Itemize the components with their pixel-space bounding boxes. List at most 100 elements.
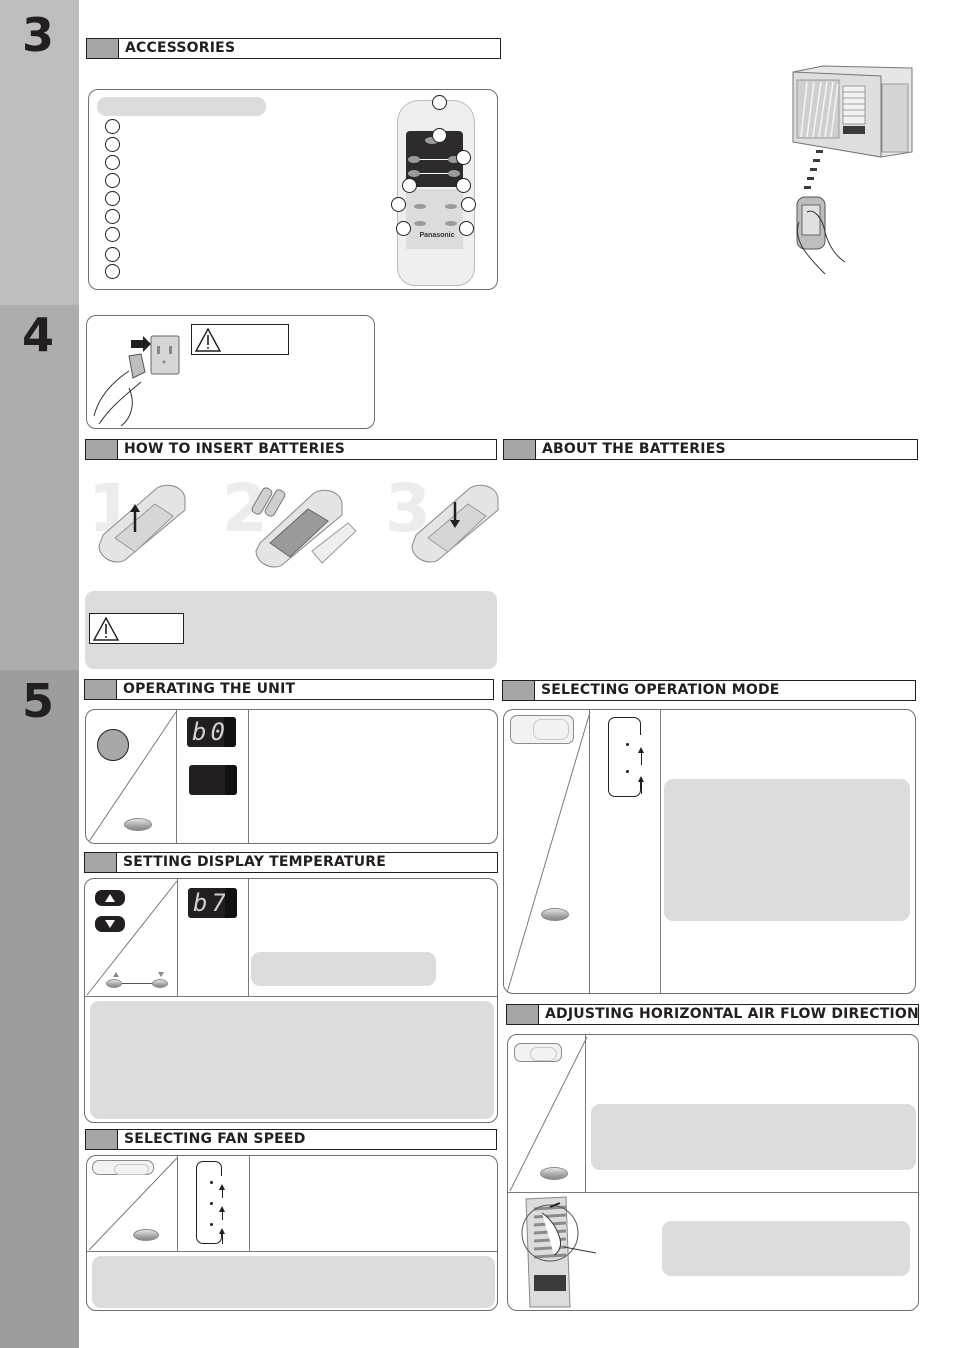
display-readout-off — [189, 765, 237, 795]
header-square — [504, 440, 536, 459]
column-divider — [585, 1035, 587, 1192]
temperature-down-button[interactable] — [95, 916, 125, 932]
horizontal-airflow-header: ADJUSTING HORIZONTAL AIR FLOW DIRECTION — [506, 1004, 919, 1025]
callout-marker — [105, 247, 120, 262]
column-divider — [660, 710, 662, 993]
temperature-note-placeholder — [251, 952, 436, 986]
remote-callout — [432, 128, 447, 143]
display-temperature-panel: b7 — [84, 878, 498, 1123]
cycle-step-dot — [210, 1181, 213, 1184]
battery-step-2-illustration — [251, 487, 357, 568]
header-square — [87, 39, 119, 58]
remote-down-button[interactable] — [152, 979, 168, 988]
caution-label-box — [89, 613, 184, 644]
remote-callout — [396, 221, 411, 236]
remote-callout — [456, 150, 471, 165]
column-divider — [589, 710, 591, 993]
about-batteries-title: ABOUT THE BATTERIES — [542, 441, 726, 457]
header-square — [86, 440, 118, 459]
row-divider — [85, 996, 497, 998]
callout-marker — [105, 173, 120, 188]
header-square — [503, 681, 535, 700]
accessories-caption-placeholder — [97, 97, 266, 116]
remote-up-button[interactable] — [106, 979, 122, 988]
operation-mode-note-placeholder — [664, 779, 910, 921]
operation-mode-panel — [503, 709, 916, 994]
remote-callout — [402, 178, 417, 193]
battery-caution-note — [85, 591, 497, 669]
remote-mode-button[interactable] — [541, 908, 569, 921]
button-connector — [122, 983, 152, 985]
accessories-header: ACCESSORIES — [86, 38, 501, 59]
warning-triangle-icon — [195, 328, 221, 352]
column-divider — [249, 1156, 251, 1251]
power-button[interactable] — [97, 729, 129, 761]
fan-speed-cycle-diagram — [196, 1161, 226, 1244]
callout-marker — [105, 119, 120, 134]
callout-marker — [105, 191, 120, 206]
display-temperature-title: SETTING DISPLAY TEMPERATURE — [123, 854, 387, 870]
remote-fan-speed-button[interactable] — [133, 1229, 159, 1241]
up-arrow-icon — [218, 1206, 226, 1220]
temperature-readout: b7 — [188, 888, 237, 918]
remote-airflow-button[interactable] — [540, 1167, 568, 1180]
warning-label-box — [191, 324, 289, 355]
header-square — [86, 1130, 118, 1149]
cycle-step-dot — [626, 770, 629, 773]
fan-speed-note-placeholder — [92, 1256, 495, 1308]
louver-note-placeholder — [662, 1221, 910, 1276]
accessories-title: ACCESSORIES — [125, 40, 236, 56]
remote-callout — [432, 95, 447, 110]
panel-divider-diagonal — [506, 711, 591, 993]
header-square — [85, 853, 117, 872]
battery-step-3-illustration — [411, 484, 499, 563]
horizontal-airflow-title: ADJUSTING HORIZONTAL AIR FLOW DIRECTION — [545, 1006, 919, 1022]
remote-callout — [391, 197, 406, 212]
row-divider — [508, 1192, 918, 1194]
accessories-panel: Panasonic — [88, 89, 498, 290]
about-batteries-header: ABOUT THE BATTERIES — [503, 439, 918, 460]
operating-title: OPERATING THE UNIT — [123, 681, 296, 697]
fan-speed-control-panel — [92, 1160, 154, 1176]
cycle-step-dot — [210, 1202, 213, 1205]
row-divider — [87, 1251, 497, 1253]
up-arrow-icon — [218, 1184, 226, 1198]
fan-speed-title: SELECTING FAN SPEED — [124, 1131, 306, 1147]
callout-marker — [105, 155, 120, 170]
operating-panel: b0 — [85, 709, 498, 844]
sidebar-section-5 — [0, 670, 79, 1348]
air-conditioner-remote-illustration — [792, 65, 913, 275]
temperature-up-button[interactable] — [95, 890, 125, 906]
up-arrow-icon — [113, 972, 119, 977]
remote-callout — [456, 178, 471, 193]
header-square — [507, 1005, 539, 1024]
header-square — [85, 680, 117, 699]
power-plug-panel — [86, 315, 375, 429]
battery-step-1-illustration — [98, 484, 186, 563]
column-divider — [177, 1156, 179, 1251]
airflow-control-panel — [514, 1043, 562, 1062]
column-divider — [176, 710, 178, 843]
cycle-step-dot — [210, 1223, 213, 1226]
mode-control-panel — [510, 715, 574, 744]
operation-mode-cycle-diagram — [608, 717, 645, 797]
up-arrow-icon — [218, 1228, 226, 1244]
up-arrow-icon — [637, 776, 645, 794]
remote-power-button[interactable] — [124, 818, 152, 831]
section-number-5: 5 — [22, 674, 54, 728]
down-arrow-icon — [158, 972, 164, 977]
section-number-3: 3 — [22, 8, 54, 62]
warning-triangle-icon — [93, 617, 119, 641]
horizontal-airflow-panel — [507, 1034, 919, 1311]
callout-marker — [105, 209, 120, 224]
operation-mode-header: SELECTING OPERATION MODE — [502, 680, 916, 701]
column-divider — [248, 710, 250, 843]
callout-marker — [105, 137, 120, 152]
cycle-step-dot — [626, 743, 629, 746]
airflow-note-placeholder — [591, 1104, 916, 1170]
fan-speed-header: SELECTING FAN SPEED — [85, 1129, 497, 1150]
insert-batteries-title: HOW TO INSERT BATTERIES — [124, 441, 346, 457]
manual-louver-adjust-illustration — [521, 1196, 597, 1308]
callout-marker — [105, 227, 120, 242]
column-divider — [248, 879, 250, 996]
